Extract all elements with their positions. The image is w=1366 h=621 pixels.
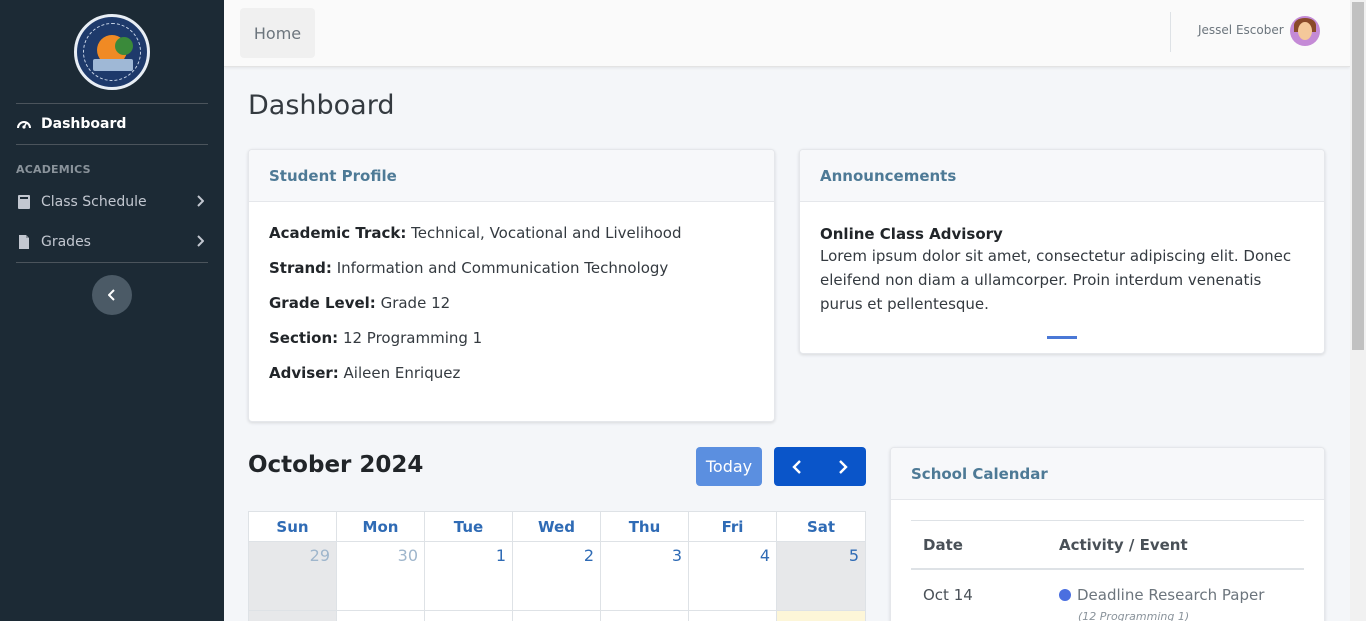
chevron-right-icon bbox=[839, 459, 848, 474]
calendar-day-cell[interactable]: 30 bbox=[337, 542, 425, 610]
sidebar-item-label: Class Schedule bbox=[41, 194, 147, 210]
events-table: Date Activity / Event Oct 14 Deadline Re… bbox=[911, 520, 1304, 621]
profile-body: Academic Track: Technical, Vocational an… bbox=[249, 202, 774, 421]
field-value: 12 Programming 1 bbox=[342, 329, 483, 347]
weekday-header: Thu bbox=[601, 512, 689, 541]
card-title: School Calendar bbox=[891, 448, 1324, 500]
profile-row-strand: Strand: Information and Communication Te… bbox=[269, 259, 754, 278]
weekday-header-row: Sun Mon Tue Wed Thu Fri Sat bbox=[248, 511, 866, 541]
school-calendar-body: Date Activity / Event Oct 14 Deadline Re… bbox=[891, 500, 1324, 621]
sidebar-item-label: Grades bbox=[41, 234, 91, 250]
calendar-day-cell[interactable]: 2 bbox=[513, 542, 601, 610]
sidebar-item-dashboard[interactable]: Dashboard bbox=[0, 104, 224, 144]
card-title: Announcements bbox=[800, 150, 1324, 202]
event-dot-icon bbox=[1059, 589, 1071, 601]
calendar-day-cell[interactable] bbox=[513, 611, 601, 621]
school-calendar-card: School Calendar Date Activity / Event Oc… bbox=[890, 447, 1325, 621]
school-logo[interactable] bbox=[74, 13, 150, 90]
avatar[interactable] bbox=[1290, 16, 1320, 46]
chevron-left-icon bbox=[107, 286, 116, 305]
profile-row-track: Academic Track: Technical, Vocational an… bbox=[269, 224, 754, 243]
field-label: Strand: bbox=[269, 259, 332, 277]
calendar-day-cell[interactable] bbox=[689, 611, 777, 621]
announcement-text: Lorem ipsum dolor sit amet, consectetur … bbox=[820, 247, 1292, 313]
event-subtitle: (12 Programming 1) bbox=[1078, 610, 1190, 621]
card-title: Student Profile bbox=[249, 150, 774, 202]
profile-row-adviser: Adviser: Aileen Enriquez bbox=[269, 364, 754, 383]
announcements-card: Announcements Online Class Advisory Lore… bbox=[799, 149, 1325, 354]
field-label: Grade Level: bbox=[269, 294, 376, 312]
announcement-title: Online Class Advisory bbox=[820, 225, 1003, 243]
sidebar-item-label: Dashboard bbox=[41, 116, 127, 132]
carousel-indicator[interactable] bbox=[1047, 336, 1077, 339]
tachometer-icon bbox=[16, 116, 32, 132]
table-row: Oct 14 Deadline Research Paper (12 Progr… bbox=[911, 570, 1304, 621]
chevron-right-icon bbox=[196, 195, 205, 211]
navbar-divider bbox=[1170, 12, 1171, 52]
sidebar-section-header: ACADEMICS bbox=[16, 163, 91, 176]
calendar-day-cell[interactable]: 4 bbox=[689, 542, 777, 610]
table-header-row: Date Activity / Event bbox=[911, 521, 1304, 570]
user-name[interactable]: Jessel Escober bbox=[1198, 23, 1284, 37]
page-scrollbar[interactable] bbox=[1350, 0, 1366, 621]
student-profile-card: Student Profile Academic Track: Technica… bbox=[248, 149, 775, 422]
logo-container bbox=[16, 0, 208, 104]
month-calendar: Sun Mon Tue Wed Thu Fri Sat 29 30 1 2 3 … bbox=[248, 511, 866, 621]
field-label: Section: bbox=[269, 329, 339, 347]
calendar-nav-buttons bbox=[774, 447, 866, 486]
book-icon bbox=[16, 194, 32, 210]
today-button[interactable]: Today bbox=[696, 447, 762, 486]
document-icon bbox=[16, 234, 32, 250]
top-navbar: Home Jessel Escober bbox=[224, 0, 1350, 67]
event-cell: Deadline Research Paper (12 Programming … bbox=[1059, 586, 1264, 621]
chevron-left-icon bbox=[792, 459, 801, 474]
prev-month-button[interactable] bbox=[774, 447, 820, 486]
calendar-day-cell[interactable]: 1 bbox=[425, 542, 513, 610]
field-value: Grade 12 bbox=[380, 294, 451, 312]
page-title: Dashboard bbox=[248, 90, 395, 121]
weekday-header: Sun bbox=[249, 512, 337, 541]
column-header-date: Date bbox=[923, 535, 963, 554]
calendar-week-row: 29 30 1 2 3 4 5 bbox=[248, 541, 866, 611]
announcement-item: Online Class Advisory Lorem ipsum dolor … bbox=[800, 202, 1324, 338]
calendar-day-cell[interactable]: 29 bbox=[249, 542, 337, 610]
sidebar-item-grades[interactable]: Grades bbox=[0, 222, 224, 262]
field-label: Adviser: bbox=[269, 364, 339, 382]
scrollbar-thumb[interactable] bbox=[1352, 2, 1364, 350]
next-month-button[interactable] bbox=[820, 447, 866, 486]
event-title[interactable]: Deadline Research Paper bbox=[1077, 586, 1264, 604]
profile-row-section: Section: 12 Programming 1 bbox=[269, 329, 754, 348]
sidebar-collapse-button[interactable] bbox=[92, 275, 132, 315]
calendar-day-cell[interactable] bbox=[777, 611, 865, 621]
weekday-header: Tue bbox=[425, 512, 513, 541]
chevron-right-icon bbox=[196, 235, 205, 251]
calendar-week-row bbox=[248, 611, 866, 621]
sidebar: Dashboard ACADEMICS Class Schedule Grade… bbox=[0, 0, 224, 621]
column-header-event: Activity / Event bbox=[1059, 535, 1188, 554]
field-value: Information and Communication Technology bbox=[336, 259, 669, 277]
calendar-day-cell[interactable] bbox=[601, 611, 689, 621]
calendar-day-cell[interactable]: 5 bbox=[777, 542, 865, 610]
profile-row-grade-level: Grade Level: Grade 12 bbox=[269, 294, 754, 313]
calendar-day-cell[interactable] bbox=[249, 611, 337, 621]
weekday-header: Wed bbox=[513, 512, 601, 541]
weekday-header: Fri bbox=[689, 512, 777, 541]
field-label: Academic Track: bbox=[269, 224, 407, 242]
sidebar-item-class-schedule[interactable]: Class Schedule bbox=[0, 182, 224, 222]
sidebar-divider bbox=[16, 262, 208, 263]
weekday-header: Mon bbox=[337, 512, 425, 541]
home-link[interactable]: Home bbox=[240, 8, 315, 58]
event-date: Oct 14 bbox=[923, 586, 973, 604]
calendar-day-cell[interactable] bbox=[337, 611, 425, 621]
weekday-header: Sat bbox=[806, 517, 836, 536]
calendar-month-title: October 2024 bbox=[248, 452, 424, 478]
field-value: Aileen Enriquez bbox=[343, 364, 461, 382]
calendar-day-cell[interactable]: 3 bbox=[601, 542, 689, 610]
field-value: Technical, Vocational and Livelihood bbox=[411, 224, 682, 242]
calendar-day-cell[interactable] bbox=[425, 611, 513, 621]
